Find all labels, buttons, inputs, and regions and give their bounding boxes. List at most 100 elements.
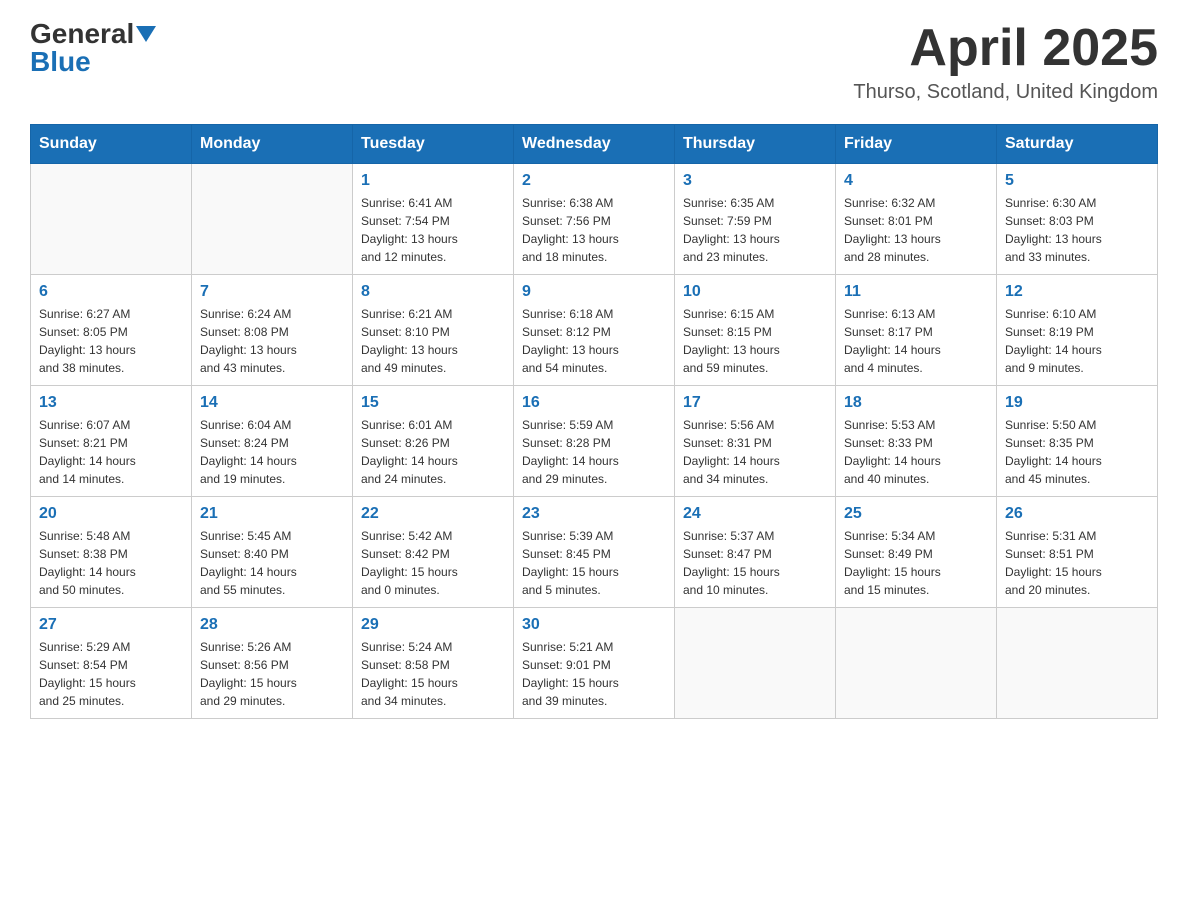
logo-general-text: General <box>30 20 134 48</box>
calendar-cell: 22 Sunrise: 5:42 AM Sunset: 8:42 PM Dayli… <box>353 497 514 608</box>
day-number: 28 <box>200 616 344 634</box>
day-detail: Sunrise: 6:21 AM Sunset: 8:10 PM Dayligh… <box>361 305 505 377</box>
calendar-cell: 2 Sunrise: 6:38 AM Sunset: 7:56 PM Daylig… <box>514 164 675 275</box>
calendar-cell: 7 Sunrise: 6:24 AM Sunset: 8:08 PM Daylig… <box>192 275 353 386</box>
calendar-cell: 23 Sunrise: 5:39 AM Sunset: 8:45 PM Dayli… <box>514 497 675 608</box>
day-detail: Sunrise: 6:13 AM Sunset: 8:17 PM Dayligh… <box>844 305 988 377</box>
calendar-cell: 29Sunrise: 5:24 AM Sunset: 8:58 PM Dayli… <box>353 608 514 719</box>
calendar-cell: 20 Sunrise: 5:48 AM Sunset: 8:38 PM Dayli… <box>31 497 192 608</box>
day-detail: Sunrise: 6:15 AM Sunset: 8:15 PM Dayligh… <box>683 305 827 377</box>
calendar-cell <box>997 608 1158 719</box>
day-detail: Sunrise: 6:32 AM Sunset: 8:01 PM Dayligh… <box>844 194 988 266</box>
day-number: 12 <box>1005 283 1149 301</box>
day-detail: Sunrise: 5:56 AM Sunset: 8:31 PM Dayligh… <box>683 416 827 488</box>
calendar-cell: 30 Sunrise: 5:21 AM Sunset: 9:01 PM Dayli… <box>514 608 675 719</box>
calendar-cell <box>836 608 997 719</box>
calendar-cell: 25 Sunrise: 5:34 AM Sunset: 8:49 PM Dayli… <box>836 497 997 608</box>
page-header: General Blue April 2025 Thurso, Scotland… <box>30 20 1158 104</box>
weekday-header-row: SundayMondayTuesdayWednesdayThursdayFrid… <box>31 125 1158 164</box>
day-detail: Sunrise: 5:59 AM Sunset: 8:28 PM Dayligh… <box>522 416 666 488</box>
day-detail: Sunrise: 5:53 AM Sunset: 8:33 PM Dayligh… <box>844 416 988 488</box>
day-detail: Sunrise: 6:27 AM Sunset: 8:05 PM Dayligh… <box>39 305 183 377</box>
calendar-header: SundayMondayTuesdayWednesdayThursdayFrid… <box>31 125 1158 164</box>
calendar-table: SundayMondayTuesdayWednesdayThursdayFrid… <box>30 124 1158 719</box>
day-number: 29 <box>361 616 505 634</box>
weekday-header-friday: Friday <box>836 125 997 164</box>
day-detail: Sunrise: 6:18 AM Sunset: 8:12 PM Dayligh… <box>522 305 666 377</box>
day-detail: Sunrise: 5:42 AM Sunset: 8:42 PM Dayligh… <box>361 527 505 599</box>
calendar-cell: 10 Sunrise: 6:15 AM Sunset: 8:15 PM Dayli… <box>675 275 836 386</box>
day-number: 10 <box>683 283 827 301</box>
day-detail: Sunrise: 5:37 AM Sunset: 8:47 PM Dayligh… <box>683 527 827 599</box>
day-detail: Sunrise: 5:26 AM Sunset: 8:56 PM Dayligh… <box>200 638 344 710</box>
day-number: 18 <box>844 394 988 412</box>
day-detail: Sunrise: 5:34 AM Sunset: 8:49 PM Dayligh… <box>844 527 988 599</box>
logo-triangle-icon <box>136 26 156 42</box>
day-number: 20 <box>39 505 183 523</box>
day-detail: Sunrise: 6:30 AM Sunset: 8:03 PM Dayligh… <box>1005 194 1149 266</box>
day-detail: Sunrise: 5:45 AM Sunset: 8:40 PM Dayligh… <box>200 527 344 599</box>
calendar-cell <box>675 608 836 719</box>
day-number: 8 <box>361 283 505 301</box>
day-number: 7 <box>200 283 344 301</box>
day-detail: Sunrise: 5:39 AM Sunset: 8:45 PM Dayligh… <box>522 527 666 599</box>
calendar-cell: 6 Sunrise: 6:27 AM Sunset: 8:05 PM Daylig… <box>31 275 192 386</box>
calendar-cell: 12 Sunrise: 6:10 AM Sunset: 8:19 PM Dayli… <box>997 275 1158 386</box>
day-number: 17 <box>683 394 827 412</box>
day-number: 25 <box>844 505 988 523</box>
day-detail: Sunrise: 5:21 AM Sunset: 9:01 PM Dayligh… <box>522 638 666 710</box>
day-number: 11 <box>844 283 988 301</box>
day-number: 23 <box>522 505 666 523</box>
calendar-cell: 18 Sunrise: 5:53 AM Sunset: 8:33 PM Dayli… <box>836 386 997 497</box>
calendar-cell: 8 Sunrise: 6:21 AM Sunset: 8:10 PM Daylig… <box>353 275 514 386</box>
calendar-week-row: 20 Sunrise: 5:48 AM Sunset: 8:38 PM Dayli… <box>31 497 1158 608</box>
weekday-header-wednesday: Wednesday <box>514 125 675 164</box>
calendar-cell: 14 Sunrise: 6:04 AM Sunset: 8:24 PM Dayli… <box>192 386 353 497</box>
calendar-cell: 9 Sunrise: 6:18 AM Sunset: 8:12 PM Daylig… <box>514 275 675 386</box>
calendar-cell: 26 Sunrise: 5:31 AM Sunset: 8:51 PM Dayli… <box>997 497 1158 608</box>
day-number: 3 <box>683 172 827 190</box>
weekday-header-sunday: Sunday <box>31 125 192 164</box>
calendar-cell: 13Sunrise: 6:07 AM Sunset: 8:21 PM Dayli… <box>31 386 192 497</box>
calendar-cell: 27Sunrise: 5:29 AM Sunset: 8:54 PM Dayli… <box>31 608 192 719</box>
day-number: 30 <box>522 616 666 634</box>
day-detail: Sunrise: 5:31 AM Sunset: 8:51 PM Dayligh… <box>1005 527 1149 599</box>
day-number: 15 <box>361 394 505 412</box>
calendar-cell <box>192 164 353 275</box>
calendar-week-row: 27Sunrise: 5:29 AM Sunset: 8:54 PM Dayli… <box>31 608 1158 719</box>
day-number: 26 <box>1005 505 1149 523</box>
calendar-cell: 28 Sunrise: 5:26 AM Sunset: 8:56 PM Dayli… <box>192 608 353 719</box>
calendar-cell <box>31 164 192 275</box>
day-detail: Sunrise: 5:50 AM Sunset: 8:35 PM Dayligh… <box>1005 416 1149 488</box>
day-detail: Sunrise: 6:01 AM Sunset: 8:26 PM Dayligh… <box>361 416 505 488</box>
day-number: 6 <box>39 283 183 301</box>
weekday-header-monday: Monday <box>192 125 353 164</box>
day-number: 16 <box>522 394 666 412</box>
calendar-cell: 16 Sunrise: 5:59 AM Sunset: 8:28 PM Dayli… <box>514 386 675 497</box>
calendar-cell: 5Sunrise: 6:30 AM Sunset: 8:03 PM Daylig… <box>997 164 1158 275</box>
day-number: 24 <box>683 505 827 523</box>
weekday-header-saturday: Saturday <box>997 125 1158 164</box>
logo: General Blue <box>30 20 156 76</box>
day-number: 22 <box>361 505 505 523</box>
calendar-cell: 1Sunrise: 6:41 AM Sunset: 7:54 PM Daylig… <box>353 164 514 275</box>
day-detail: Sunrise: 6:35 AM Sunset: 7:59 PM Dayligh… <box>683 194 827 266</box>
calendar-cell: 4 Sunrise: 6:32 AM Sunset: 8:01 PM Daylig… <box>836 164 997 275</box>
title-block: April 2025 Thurso, Scotland, United King… <box>853 20 1158 104</box>
day-detail: Sunrise: 6:24 AM Sunset: 8:08 PM Dayligh… <box>200 305 344 377</box>
weekday-header-tuesday: Tuesday <box>353 125 514 164</box>
day-detail: Sunrise: 5:48 AM Sunset: 8:38 PM Dayligh… <box>39 527 183 599</box>
day-number: 1 <box>361 172 505 190</box>
day-number: 21 <box>200 505 344 523</box>
day-detail: Sunrise: 6:10 AM Sunset: 8:19 PM Dayligh… <box>1005 305 1149 377</box>
day-number: 4 <box>844 172 988 190</box>
day-number: 14 <box>200 394 344 412</box>
calendar-week-row: 13Sunrise: 6:07 AM Sunset: 8:21 PM Dayli… <box>31 386 1158 497</box>
calendar-cell: 24 Sunrise: 5:37 AM Sunset: 8:47 PM Dayli… <box>675 497 836 608</box>
day-detail: Sunrise: 6:38 AM Sunset: 7:56 PM Dayligh… <box>522 194 666 266</box>
location-text: Thurso, Scotland, United Kingdom <box>853 81 1158 104</box>
day-number: 2 <box>522 172 666 190</box>
day-number: 9 <box>522 283 666 301</box>
day-detail: Sunrise: 6:04 AM Sunset: 8:24 PM Dayligh… <box>200 416 344 488</box>
day-detail: Sunrise: 5:29 AM Sunset: 8:54 PM Dayligh… <box>39 638 183 710</box>
